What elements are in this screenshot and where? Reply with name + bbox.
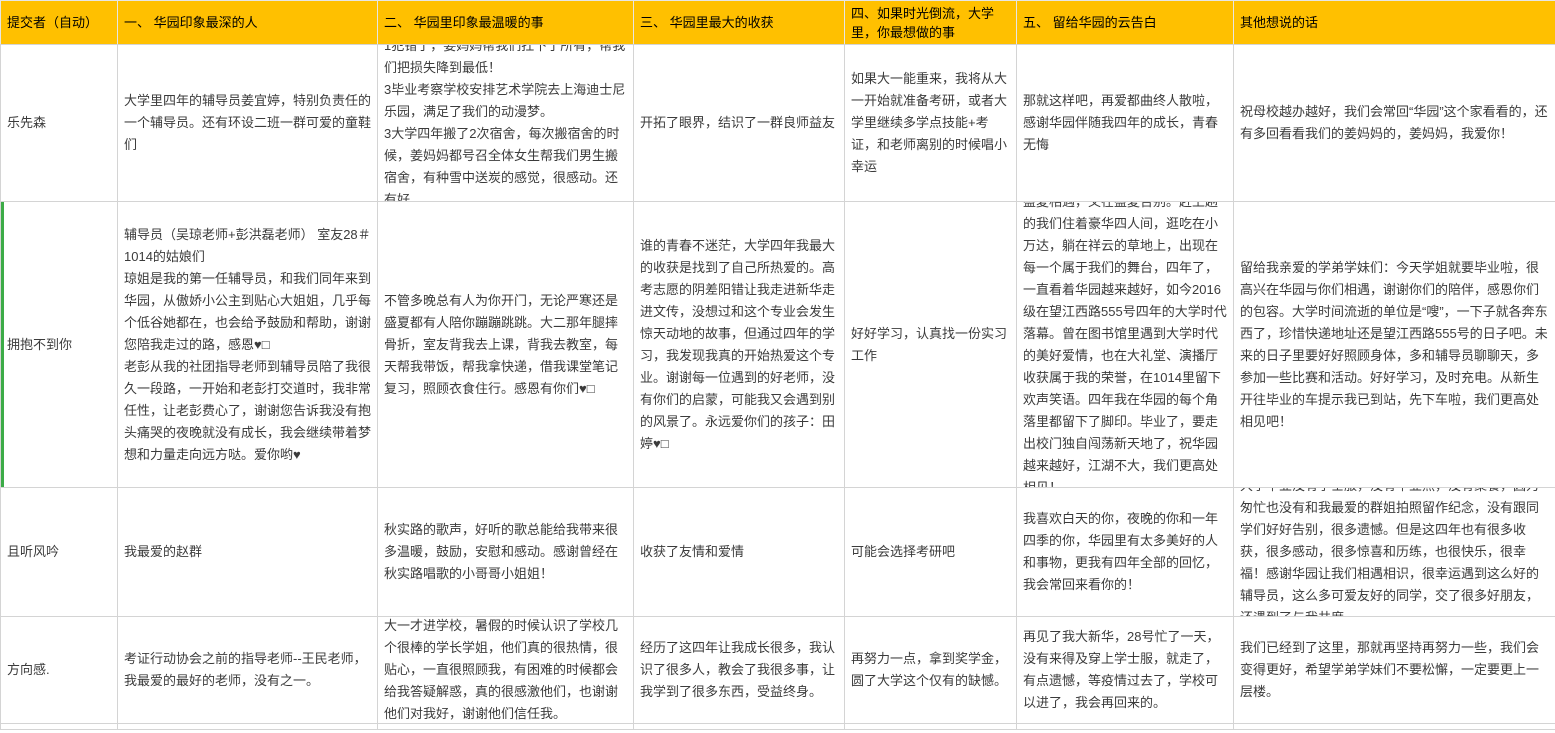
- answer-text: 秋实路的歌声，好听的歌总能给我带来很多温暖，鼓励，安慰和感动。感谢曾经在秋实路唱…: [378, 488, 633, 616]
- header-q2-label: 二、 华园里印象最温暖的事: [378, 13, 633, 32]
- cell-q2[interactable]: 大一才进学校，暑假的时候认识了学校几个很棒的学长学姐，他们真的很热情，很贴心，一…: [378, 617, 634, 724]
- cell-submitter[interactable]: 乐先森: [1, 45, 118, 202]
- answer-text: 经历了这四年让我成长很多，我认识了很多人，教会了我很多事，让我学到了很多东西，受…: [634, 617, 844, 723]
- cell-submitter[interactable]: 拥抱不到你: [1, 202, 118, 488]
- cell-q5[interactable]: 我喜欢白天的你，夜晚的你和一年四季的你，华园里有太多美好的人和事物，更我有四年全…: [1017, 488, 1234, 617]
- answer-text: 我喜欢白天的你，夜晚的你和一年四季的你，华园里有太多美好的人和事物，更我有四年全…: [1017, 488, 1233, 616]
- responses-table: 提交者（自动） 一、 华园印象最深的人 二、 华园里印象最温暖的事 三、 华园里…: [0, 0, 1555, 730]
- header-other: 其他想说的话: [1234, 1, 1555, 45]
- answer-text: 大学毕业没有学士服，没有毕业照，没有聚餐，因为匆忙也没有和我最爱的群姐拍照留作纪…: [1234, 488, 1555, 616]
- cell-q2[interactable]: [378, 724, 634, 730]
- answer-text: 可能会选择考研吧: [845, 488, 1016, 616]
- header-row: 提交者（自动） 一、 华园印象最深的人 二、 华园里印象最温暖的事 三、 华园里…: [1, 1, 1555, 45]
- submitter-name: 拥抱不到你: [1, 202, 117, 487]
- submitter-name: 方向感.: [1, 617, 117, 723]
- answer-text: 开拓了眼界，结识了一群良师益友: [634, 45, 844, 201]
- cell-q2[interactable]: 不管多晚总有人为你开门，无论严寒还是盛夏都有人陪你蹦蹦跳跳。大二那年腿摔骨折，室…: [378, 202, 634, 488]
- cell-other[interactable]: [1234, 724, 1555, 730]
- answer-text: 大学里四年的辅导员姜宜婷，特别负责任的一个辅导员。还有环设二班一群可爱的童鞋们: [118, 45, 377, 201]
- table-row: 方向感. 考证行动协会之前的指导老师--王民老师，我最爱的最好的老师，没有之一。…: [1, 617, 1555, 724]
- answer-text: 1犯错了，姜妈妈帮我们扛下了所有，帮我们把损失降到最低！ 3毕业考察学校安排艺术…: [378, 45, 633, 201]
- cell-q4[interactable]: 好好学习，认真找一份实习工作: [845, 202, 1017, 488]
- table-row: 且听风吟 我最爱的赵群 秋实路的歌声，好听的歌总能给我带来很多温暖，鼓励，安慰和…: [1, 488, 1555, 617]
- header-q5: 五、 留给华园的云告白: [1017, 1, 1234, 45]
- cell-q2[interactable]: 秋实路的歌声，好听的歌总能给我带来很多温暖，鼓励，安慰和感动。感谢曾经在秋实路唱…: [378, 488, 634, 617]
- header-other-label: 其他想说的话: [1234, 13, 1555, 32]
- answer-text: 如果大一能重来，我将从大一开始就准备考研，或者大学里继续多学点技能+考证，和老师…: [845, 45, 1016, 201]
- cell-q1[interactable]: 我最爱的赵群: [118, 488, 378, 617]
- answer-text: 再努力一点，拿到奖学金，圆了大学这个仅有的缺憾。: [845, 617, 1016, 723]
- answer-text: 大一才进学校，暑假的时候认识了学校几个很棒的学长学姐，他们真的很热情，很贴心，一…: [378, 617, 633, 723]
- table-row: 拥抱不到你 辅导员（吴琼老师+彭洪磊老师） 室友28＃1014的姑娘们 琼姐是我…: [1, 202, 1555, 488]
- cell-q3[interactable]: 开拓了眼界，结识了一群良师益友: [634, 45, 845, 202]
- header-q3-label: 三、 华园里最大的收获: [634, 13, 844, 32]
- cell-q5[interactable]: 再见了我大新华，28号忙了一天，没有来得及穿上学士服，就走了，有点遗憾，等疫情过…: [1017, 617, 1234, 724]
- header-submitter: 提交者（自动）: [1, 1, 118, 45]
- header-q5-label: 五、 留给华园的云告白: [1017, 13, 1233, 32]
- header-q1: 一、 华园印象最深的人: [118, 1, 378, 45]
- cell-submitter[interactable]: 方向感.: [1, 617, 118, 724]
- cell-q4[interactable]: 再努力一点，拿到奖学金，圆了大学这个仅有的缺憾。: [845, 617, 1017, 724]
- cell-q1[interactable]: 辅导员（吴琼老师+彭洪磊老师） 室友28＃1014的姑娘们 琼姐是我的第一任辅导…: [118, 202, 378, 488]
- cell-q1[interactable]: 考证行动协会之前的指导老师--王民老师，我最爱的最好的老师，没有之一。: [118, 617, 378, 724]
- cell-q5[interactable]: 盛夏相遇，又在盛夏告别。赶上趟的我们住着豪华四人间，逛吃在小万达，躺在祥云的草地…: [1017, 202, 1234, 488]
- cell-q4[interactable]: [845, 724, 1017, 730]
- answer-text: 不管多晚总有人为你开门，无论严寒还是盛夏都有人陪你蹦蹦跳跳。大二那年腿摔骨折，室…: [378, 202, 633, 487]
- cell-q3[interactable]: 经历了这四年让我成长很多，我认识了很多人，教会了我很多事，让我学到了很多东西，受…: [634, 617, 845, 724]
- answer-text: 那就这样吧，再爱都曲终人散啦，感谢华园伴随我四年的成长，青春无悔: [1017, 45, 1233, 201]
- cell-q4[interactable]: 可能会选择考研吧: [845, 488, 1017, 617]
- submitter-name: 乐先森: [1, 45, 117, 201]
- header-q3: 三、 华园里最大的收获: [634, 1, 845, 45]
- submitter-name: 且听风吟: [1, 488, 117, 616]
- cell-submitter[interactable]: [1, 724, 118, 730]
- cell-q5[interactable]: 那就这样吧，再爱都曲终人散啦，感谢华园伴随我四年的成长，青春无悔: [1017, 45, 1234, 202]
- answer-text: 再见了我大新华，28号忙了一天，没有来得及穿上学士服，就走了，有点遗憾，等疫情过…: [1017, 617, 1233, 723]
- cell-other[interactable]: 大学毕业没有学士服，没有毕业照，没有聚餐，因为匆忙也没有和我最爱的群姐拍照留作纪…: [1234, 488, 1555, 617]
- cell-q5[interactable]: [1017, 724, 1234, 730]
- header-q4: 四、如果时光倒流，大学里，你最想做的事: [845, 1, 1017, 45]
- cell-q3[interactable]: [634, 724, 845, 730]
- header-q4-label: 四、如果时光倒流，大学里，你最想做的事: [845, 4, 1016, 42]
- header-q2: 二、 华园里印象最温暖的事: [378, 1, 634, 45]
- cell-other[interactable]: 祝母校越办越好，我们会常回“华园”这个家看看的，还有多回看看我们的姜妈妈的，姜妈…: [1234, 45, 1555, 202]
- answer-text: 我们已经到了这里，那就再坚持再努力一些，我们会变得更好，希望学弟学妹们不要松懈，…: [1234, 617, 1555, 723]
- header-q1-label: 一、 华园印象最深的人: [118, 13, 377, 32]
- answer-text: 盛夏相遇，又在盛夏告别。赶上趟的我们住着豪华四人间，逛吃在小万达，躺在祥云的草地…: [1017, 202, 1233, 487]
- answer-text: 谁的青春不迷茫，大学四年我最大的收获是找到了自己所热爱的。高考志愿的阴差阳错让我…: [634, 202, 844, 487]
- answer-text: 留给我亲爱的学弟学妹们：今天学姐就要毕业啦，很高兴在华园与你们相遇，谢谢你们的陪…: [1234, 202, 1555, 487]
- answer-text: 祝母校越办越好，我们会常回“华园”这个家看看的，还有多回看看我们的姜妈妈的，姜妈…: [1234, 45, 1555, 201]
- answer-text: 收获了友情和爱情: [634, 488, 844, 616]
- active-row-indicator: [1, 202, 4, 487]
- cell-other[interactable]: 留给我亲爱的学弟学妹们：今天学姐就要毕业啦，很高兴在华园与你们相遇，谢谢你们的陪…: [1234, 202, 1555, 488]
- cell-q2[interactable]: 1犯错了，姜妈妈帮我们扛下了所有，帮我们把损失降到最低！ 3毕业考察学校安排艺术…: [378, 45, 634, 202]
- cell-q3[interactable]: 收获了友情和爱情: [634, 488, 845, 617]
- header-submitter-label: 提交者（自动）: [1, 13, 117, 32]
- answer-text: 辅导员（吴琼老师+彭洪磊老师） 室友28＃1014的姑娘们 琼姐是我的第一任辅导…: [118, 202, 377, 487]
- cell-submitter[interactable]: 且听风吟: [1, 488, 118, 617]
- cell-q1[interactable]: [118, 724, 378, 730]
- cell-other[interactable]: 我们已经到了这里，那就再坚持再努力一些，我们会变得更好，希望学弟学妹们不要松懈，…: [1234, 617, 1555, 724]
- cell-q3[interactable]: 谁的青春不迷茫，大学四年我最大的收获是找到了自己所热爱的。高考志愿的阴差阳错让我…: [634, 202, 845, 488]
- cell-q4[interactable]: 如果大一能重来，我将从大一开始就准备考研，或者大学里继续多学点技能+考证，和老师…: [845, 45, 1017, 202]
- answer-text: 我最爱的赵群: [118, 488, 377, 616]
- answer-text: 考证行动协会之前的指导老师--王民老师，我最爱的最好的老师，没有之一。: [118, 617, 377, 723]
- table-row-partial: [1, 724, 1555, 730]
- answer-text: 好好学习，认真找一份实习工作: [845, 202, 1016, 487]
- cell-q1[interactable]: 大学里四年的辅导员姜宜婷，特别负责任的一个辅导员。还有环设二班一群可爱的童鞋们: [118, 45, 378, 202]
- table-row: 乐先森 大学里四年的辅导员姜宜婷，特别负责任的一个辅导员。还有环设二班一群可爱的…: [1, 45, 1555, 202]
